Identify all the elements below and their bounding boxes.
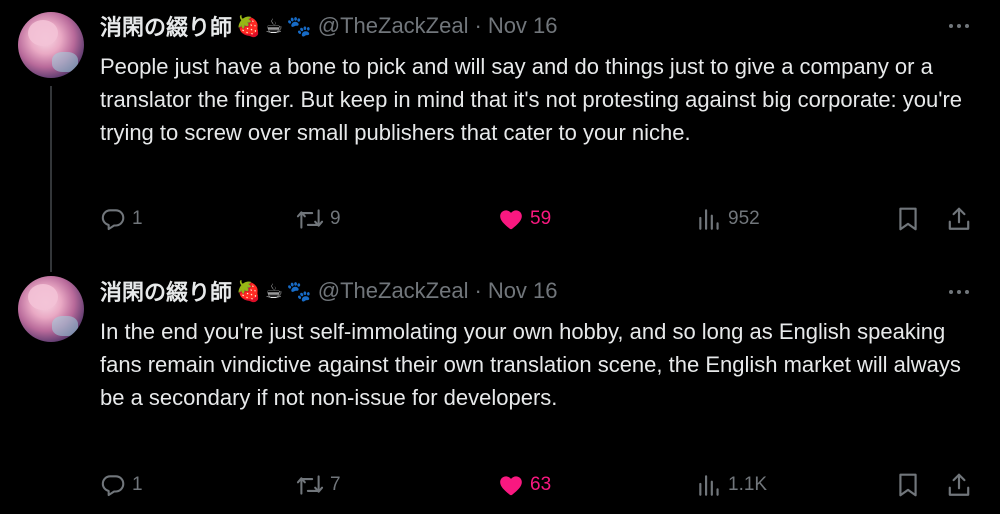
like-button[interactable]: 63	[498, 470, 551, 500]
user-handle[interactable]: @TheZackZeal	[318, 278, 469, 304]
tweet-text: In the end you're just self-immolating y…	[100, 319, 961, 410]
views-button[interactable]: 952	[696, 204, 760, 234]
display-name[interactable]: 消閑の綴り師	[100, 275, 232, 307]
repost-icon	[296, 209, 324, 229]
strawberry-emoji: 🍓	[236, 280, 261, 303]
more-icon[interactable]	[944, 277, 974, 307]
reply-button[interactable]: 1	[100, 470, 143, 500]
tweet-date[interactable]: Nov 16	[488, 278, 558, 304]
share-icon	[948, 207, 970, 230]
reply-icon	[101, 209, 125, 231]
tweet-actions: 1 7 63 1.1K	[0, 470, 1000, 500]
bookmark-icon	[899, 473, 917, 497]
separator-dot: ·	[474, 13, 482, 38]
tweet-date[interactable]: Nov 16	[488, 13, 558, 39]
views-count: 952	[728, 208, 760, 229]
thread-connector-line	[50, 86, 52, 272]
views-button[interactable]: 1.1K	[696, 470, 767, 500]
tweet-header: 消閑の綴り師 🍓 ☕ 🐾 @TheZackZeal · Nov 16	[100, 276, 558, 306]
avatar[interactable]	[18, 276, 84, 342]
like-count: 63	[530, 474, 552, 495]
repost-count: 9	[330, 208, 341, 229]
share-icon	[948, 473, 970, 496]
avatar[interactable]	[18, 12, 84, 78]
bookmark-button[interactable]	[896, 204, 920, 234]
repost-count: 7	[330, 474, 341, 495]
tweet-actions: 1 9 59 952	[0, 204, 1000, 234]
strawberry-emoji: 🍓	[236, 15, 261, 38]
repost-icon	[296, 475, 324, 495]
like-button[interactable]: 59	[498, 204, 551, 234]
tweet-text: People just have a bone to pick and will…	[100, 54, 963, 145]
reply-button[interactable]: 1	[100, 204, 143, 234]
paw-prints-emoji: 🐾	[286, 280, 312, 303]
views-icon	[699, 475, 719, 496]
tweet-thread: 消閑の綴り師 🍓 ☕ 🐾 @TheZackZeal · Nov 16 Peopl…	[0, 0, 1000, 514]
views-count: 1.1K	[728, 474, 768, 495]
reply-count: 1	[132, 208, 143, 229]
repost-button[interactable]: 9	[296, 204, 341, 234]
views-icon	[699, 209, 719, 230]
separator-dot: ·	[474, 278, 482, 303]
display-name[interactable]: 消閑の綴り師	[100, 10, 232, 42]
tweet-header: 消閑の綴り師 🍓 ☕ 🐾 @TheZackZeal · Nov 16	[100, 11, 558, 41]
coffee-emoji: ☕	[264, 15, 283, 38]
share-button[interactable]	[946, 204, 972, 234]
more-icon[interactable]	[944, 11, 974, 41]
like-count: 59	[530, 208, 552, 229]
bookmark-icon	[899, 207, 917, 231]
reply-count: 1	[132, 474, 143, 495]
user-handle[interactable]: @TheZackZeal	[318, 13, 469, 39]
like-icon	[500, 210, 522, 230]
share-button[interactable]	[946, 470, 972, 500]
reply-icon	[101, 475, 125, 497]
paw-prints-emoji: 🐾	[286, 15, 312, 38]
bookmark-button[interactable]	[896, 470, 920, 500]
repost-button[interactable]: 7	[296, 470, 341, 500]
coffee-emoji: ☕	[264, 280, 283, 303]
like-icon	[500, 476, 522, 496]
